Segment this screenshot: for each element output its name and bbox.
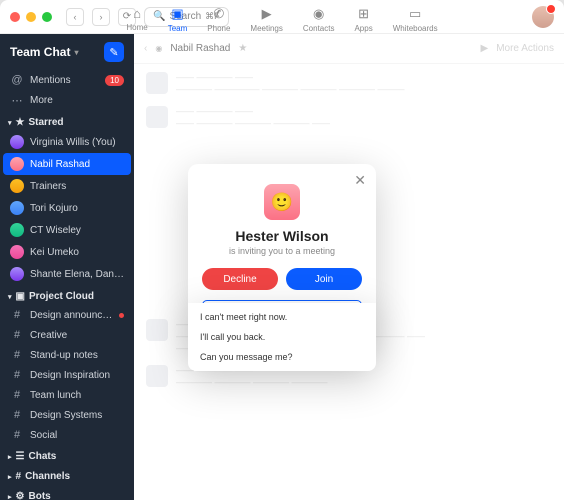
suggestion-item[interactable]: I can't meet right now.: [188, 307, 376, 327]
contact-trainers[interactable]: Trainers: [0, 175, 134, 197]
channel-design-systems[interactable]: #Design Systems: [0, 405, 134, 425]
apps-icon: ⊞: [358, 6, 369, 22]
quick-reply-suggestions: I can't meet right now. I'll call you ba…: [188, 303, 376, 371]
hash-icon: #: [10, 389, 24, 401]
sidebar-title[interactable]: Team Chat▾: [10, 45, 78, 59]
home-icon: ⌂: [133, 6, 141, 21]
contact-tori[interactable]: Tori Kojuro: [0, 197, 134, 219]
contact-nabil[interactable]: Nabil Rashad: [3, 153, 131, 175]
more-icon: ⋯: [10, 94, 24, 107]
chevron-right-icon: ▸: [8, 453, 12, 461]
nav-back[interactable]: ‹: [66, 8, 84, 26]
sidebar: Team Chat▾ ✎ @ Mentions 10 ⋯ More ▾★Star…: [0, 34, 134, 500]
titlebar: ‹ › ⟳ 🔍 Search ⌘F ⌂Home ▣Team Chat ✆Phon…: [0, 0, 564, 34]
contact-ct[interactable]: CT Wiseley: [0, 219, 134, 241]
caller-name: Hester Wilson: [202, 228, 362, 244]
caller-avatar: 🙂: [264, 184, 300, 220]
avatar: [10, 245, 24, 259]
suggestion-item[interactable]: I'll call you back.: [188, 327, 376, 347]
hash-icon: #: [10, 309, 24, 321]
section-channels[interactable]: ▸#Channels: [0, 465, 134, 485]
section-project-cloud[interactable]: ▾▣Project Cloud: [0, 285, 134, 305]
channel-inspiration[interactable]: #Design Inspiration: [0, 365, 134, 385]
folder-icon: ▣: [16, 291, 25, 302]
invite-subtitle: is inviting you to a meeting: [202, 246, 362, 256]
avatar: [10, 157, 24, 171]
video-icon: ▶: [262, 6, 272, 22]
decline-button[interactable]: Decline: [202, 268, 278, 290]
user-avatar[interactable]: [532, 6, 554, 28]
close-window[interactable]: [10, 12, 20, 22]
maximize-window[interactable]: [42, 12, 52, 22]
bot-icon: ⚙: [16, 491, 25, 500]
nav-forward[interactable]: ›: [92, 8, 110, 26]
whiteboard-icon: ▭: [409, 6, 421, 22]
chevron-right-icon: ▸: [8, 473, 12, 481]
hash-icon: #: [10, 409, 24, 421]
chat-icon: ☰: [16, 451, 25, 462]
channel-lunch[interactable]: #Team lunch: [0, 385, 134, 405]
star-icon: ★: [16, 117, 25, 128]
channel-social[interactable]: #Social: [0, 425, 134, 445]
avatar: [10, 223, 24, 237]
contact-kei[interactable]: Kei Umeko: [0, 241, 134, 263]
hash-icon: #: [10, 369, 24, 381]
hash-icon: #: [10, 329, 24, 341]
join-button[interactable]: Join: [286, 268, 362, 290]
phone-icon: ✆: [213, 6, 224, 22]
section-bots[interactable]: ▸⚙Bots: [0, 485, 134, 500]
chevron-down-icon: ▾: [74, 48, 78, 57]
hash-icon: #: [10, 429, 24, 441]
channel-creative[interactable]: #Creative: [0, 325, 134, 345]
contacts-icon: ◉: [313, 6, 324, 22]
channel-standup[interactable]: #Stand-up notes: [0, 345, 134, 365]
close-button[interactable]: ✕: [354, 172, 366, 189]
window-controls: [10, 12, 52, 22]
hash-icon: #: [16, 471, 22, 482]
compose-button[interactable]: ✎: [104, 42, 124, 62]
suggestion-item[interactable]: Can you message me?: [188, 347, 376, 367]
avatar: [10, 267, 24, 281]
avatar: [10, 201, 24, 215]
avatar: [10, 179, 24, 193]
chevron-down-icon: ▾: [8, 293, 12, 301]
section-starred[interactable]: ▾★Starred: [0, 111, 134, 131]
sidebar-mentions[interactable]: @ Mentions 10: [0, 70, 134, 90]
chevron-right-icon: ▸: [8, 493, 12, 500]
at-icon: @: [10, 74, 24, 86]
channel-design-announcements[interactable]: #Design announcements: [0, 305, 134, 325]
contact-group[interactable]: Shante Elena, Daniel Bow…: [0, 263, 134, 285]
unread-dot: [119, 313, 124, 318]
hash-icon: #: [10, 349, 24, 361]
chat-icon: ▣: [171, 6, 183, 22]
badge: 10: [105, 75, 124, 86]
minimize-window[interactable]: [26, 12, 36, 22]
avatar: [10, 135, 24, 149]
sidebar-more[interactable]: ⋯ More: [0, 90, 134, 111]
contact-virginia[interactable]: Virginia Willis (You): [0, 131, 134, 153]
section-chats[interactable]: ▸☰Chats: [0, 445, 134, 465]
chevron-down-icon: ▾: [8, 119, 12, 127]
